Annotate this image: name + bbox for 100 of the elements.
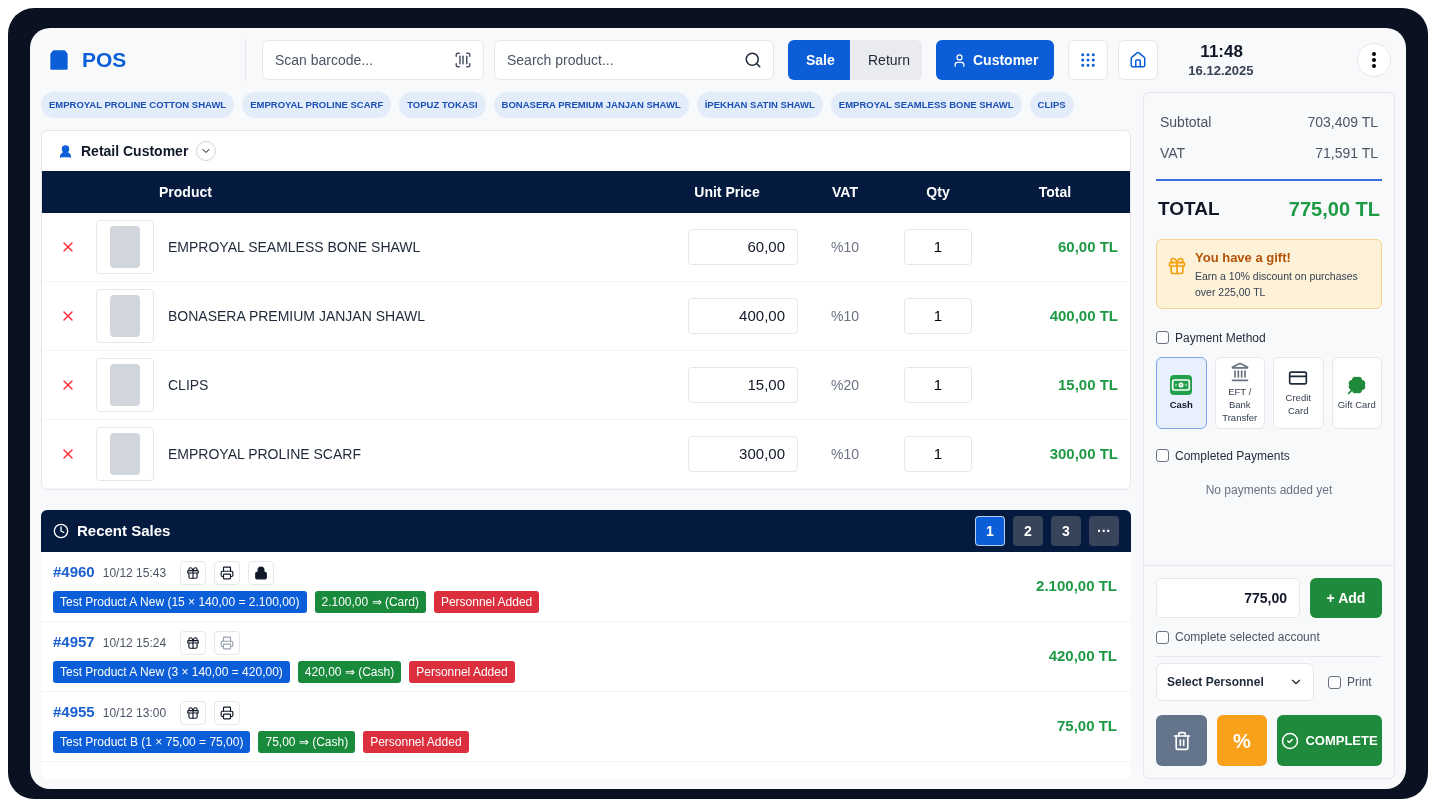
quantity-field[interactable]: 1 <box>904 298 972 334</box>
unit-price-field[interactable]: 60,00 <box>688 229 798 265</box>
print-button[interactable] <box>214 700 241 725</box>
product-chip[interactable]: BONASERA PREMIUM JANJAN SHAWL <box>493 92 689 118</box>
grid-icon <box>1079 51 1098 69</box>
product-name: BONASERA PREMIUM JANJAN SHAWL <box>168 306 425 326</box>
checkbox[interactable] <box>1156 331 1169 344</box>
barcode-field[interactable]: Scan barcode... <box>262 40 484 80</box>
search-icon <box>744 51 762 69</box>
vat-rate: %10 <box>830 306 860 326</box>
complete-account-label: Complete selected account <box>1175 629 1320 646</box>
checkbox[interactable] <box>1328 675 1341 689</box>
gift-icon <box>186 635 201 650</box>
page-button[interactable]: 2 <box>1013 516 1043 546</box>
row-total: 15,00 TL <box>1056 374 1119 395</box>
sale-tag: 75,00 ⇒ (Cash) <box>258 730 356 753</box>
product-chip[interactable]: İPEKHAN SATIN SHAWL <box>696 92 823 118</box>
sale-tag: Test Product B (1 × 75,00 = 75,00) <box>53 730 251 753</box>
gift-icon <box>186 705 201 720</box>
page-button[interactable]: ··· <box>1089 516 1119 546</box>
sale-time: 10/12 15:24 <box>102 634 167 652</box>
empty-payments-text: No payments added yet <box>1204 481 1334 499</box>
sale-tag: Personnel Added <box>433 590 540 613</box>
customer-name: Retail Customer <box>81 141 189 161</box>
amount-field[interactable]: 775,00 <box>1156 578 1300 618</box>
customer-button[interactable]: Customer <box>936 40 1055 80</box>
page-button[interactable]: 1 <box>975 516 1005 546</box>
checkbox[interactable] <box>1156 449 1169 462</box>
clock-icon <box>53 523 69 539</box>
sale-total: 75,00 TL <box>1056 716 1118 737</box>
sale-tag: Personnel Added <box>409 660 515 683</box>
complete-button[interactable]: COMPLETE <box>1277 715 1382 766</box>
sale-number-link[interactable]: #4960 <box>53 561 95 584</box>
sale-tag: Personnel Added <box>363 730 469 753</box>
grid-button[interactable] <box>1068 40 1109 80</box>
unit-price-field[interactable]: 15,00 <box>688 367 798 403</box>
unit-price-field[interactable]: 300,00 <box>688 436 798 472</box>
quantity-field[interactable]: 1 <box>904 436 972 472</box>
payment-method-label: Payment Method <box>1175 329 1266 347</box>
payment-method-button[interactable]: Credit Card <box>1273 356 1324 429</box>
lock-button[interactable] <box>248 560 275 585</box>
column-header: VAT <box>831 182 859 202</box>
section-title: Recent Sales <box>77 520 171 541</box>
more-menu-button[interactable] <box>1357 43 1391 77</box>
column-header: Total <box>1037 182 1073 202</box>
photo-placeholder <box>110 433 140 475</box>
quantity-field[interactable]: 1 <box>904 367 972 403</box>
photo-placeholder <box>110 364 140 406</box>
printer-icon <box>220 705 235 720</box>
product-chip[interactable]: EMPROYAL PROLINE COTTON SHAWL <box>41 92 235 118</box>
vat-label: VAT <box>1160 143 1186 163</box>
gift-button[interactable] <box>180 700 207 725</box>
banknote-icon <box>1170 374 1193 395</box>
bank-icon <box>1229 361 1250 382</box>
personnel-select[interactable]: Select Personnel <box>1156 663 1314 701</box>
mode-tab[interactable]: Sale <box>788 40 850 80</box>
payment-method-button[interactable]: Gift Card <box>1331 356 1382 429</box>
sale-tag: Test Product A New (15 × 140,00 = 2.100,00) <box>53 590 307 613</box>
home-button[interactable] <box>1118 40 1159 80</box>
completed-payments-label: Completed Payments <box>1175 447 1290 465</box>
date-text: 16.12.2025 <box>1188 62 1254 79</box>
unit-price-field[interactable]: 400,00 <box>688 298 798 334</box>
product-chip[interactable]: EMPROYAL SEAMLESS BONE SHAWL <box>830 92 1022 118</box>
vat-rate: %10 <box>830 237 860 257</box>
subtotal-value: 703,409 TL <box>1307 112 1378 132</box>
more-icon <box>1372 52 1376 68</box>
total-value: 775,00 TL <box>1288 197 1380 222</box>
product-chip[interactable]: EMPROYAL PROLINE SCARF <box>242 92 392 118</box>
delete-button[interactable] <box>1156 715 1207 766</box>
sale-tag: 2.100,00 ⇒ (Card) <box>314 590 426 613</box>
page-button[interactable]: 3 <box>1051 516 1081 546</box>
barcode-scan-icon <box>454 51 472 69</box>
sale-total: 2.100,00 TL <box>1036 576 1118 597</box>
quantity-field[interactable]: 1 <box>904 229 972 265</box>
sale-number-link[interactable]: #4957 <box>53 631 95 654</box>
mode-tab[interactable]: Return <box>850 40 922 80</box>
gift-button[interactable] <box>180 560 207 585</box>
sale-tag: 420,00 ⇒ (Cash) <box>297 660 402 683</box>
user-icon <box>952 52 967 68</box>
person-icon <box>58 143 73 159</box>
sale-number-link[interactable]: #4955 <box>53 701 95 724</box>
printer-icon <box>220 635 235 650</box>
payment-method-button[interactable]: Cash <box>1156 356 1207 429</box>
payment-method-button[interactable]: EFT / Bank Transfer <box>1214 356 1265 429</box>
checkbox[interactable] <box>1156 630 1169 644</box>
product-chip[interactable]: TOPUZ TOKASI <box>399 92 486 118</box>
add-payment-button[interactable]: + Add <box>1310 578 1382 618</box>
column-header: Qty <box>925 182 951 202</box>
gift-button[interactable] <box>180 630 207 655</box>
gift-icon <box>186 565 201 580</box>
printer-icon <box>220 565 235 580</box>
total-label: TOTAL <box>1158 196 1220 221</box>
product-chip[interactable]: CLIPS <box>1029 92 1074 118</box>
print-button[interactable] <box>214 560 241 585</box>
sale-time: 10/12 15:43 <box>102 564 167 582</box>
column-header: Unit Price <box>693 182 761 202</box>
search-field[interactable]: Search product... <box>494 40 774 80</box>
credit-card-icon <box>1288 368 1309 388</box>
gift-title: You have a gift! <box>1195 249 1292 267</box>
lock-icon <box>254 565 269 580</box>
